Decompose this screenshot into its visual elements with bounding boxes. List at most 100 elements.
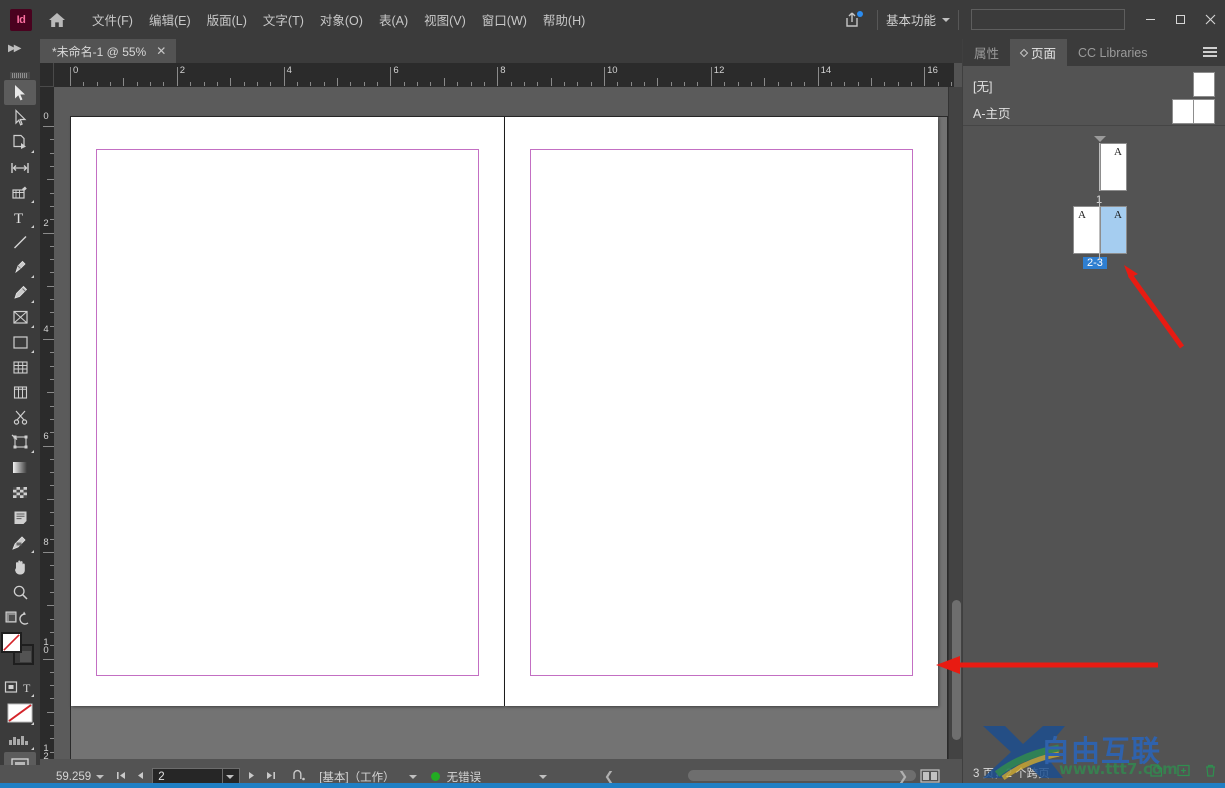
tab-properties[interactable]: 属性: [963, 39, 1010, 66]
ruler-tick: [710, 67, 712, 86]
toolbar-grip[interactable]: [8, 67, 32, 79]
vertical-scrollbar-thumb[interactable]: [952, 600, 961, 740]
new-page-icon[interactable]: [1176, 763, 1191, 783]
menu-window[interactable]: 窗口(W): [474, 6, 535, 33]
close-icon[interactable]: ✕: [156, 45, 166, 57]
document-tab[interactable]: *未命名-1 @ 55% ✕: [40, 39, 177, 63]
ruler-label: 8: [500, 65, 506, 76]
collapse-panel-icon[interactable]: ▶▶: [8, 43, 21, 54]
scroll-left-icon[interactable]: ❮: [604, 769, 614, 783]
gradient-none-row[interactable]: [4, 727, 36, 752]
line-tool[interactable]: [4, 230, 36, 255]
chevron-down-icon[interactable]: [222, 769, 237, 784]
taskbar-strip: [0, 783, 1225, 788]
search-input[interactable]: [971, 9, 1125, 30]
gap-tool[interactable]: [4, 155, 36, 180]
free-transform-tool[interactable]: [4, 430, 36, 455]
scissors-tool[interactable]: [4, 405, 36, 430]
edit-page-size-icon[interactable]: [1149, 763, 1164, 783]
share-icon[interactable]: [839, 8, 865, 32]
ruler-minor-tick: [430, 82, 432, 86]
apply-none-button[interactable]: [4, 699, 36, 727]
document-canvas[interactable]: [54, 87, 954, 759]
prev-page-button[interactable]: [131, 770, 150, 784]
chevron-down-icon[interactable]: [96, 774, 105, 779]
page-right[interactable]: [505, 117, 938, 706]
chevron-down-icon[interactable]: [408, 774, 417, 779]
zoom-tool[interactable]: [4, 580, 36, 605]
gradient-feather-tool[interactable]: [4, 480, 36, 505]
pasteboard[interactable]: [70, 116, 948, 759]
horizontal-scrollbar-thumb[interactable]: [688, 770, 916, 781]
ruler-minor-tick: [563, 82, 565, 86]
gradient-swatch-tool[interactable]: [4, 455, 36, 480]
close-button[interactable]: [1195, 7, 1225, 33]
page-tool[interactable]: [4, 130, 36, 155]
master-row-none[interactable]: [无]: [963, 72, 1225, 99]
pages-thumbnails-area[interactable]: A 1 A A 2-3: [963, 126, 1225, 766]
tab-cc-libraries-label: CC Libraries: [1078, 45, 1148, 60]
pen-tool[interactable]: [4, 255, 36, 280]
hand-tool[interactable]: [4, 555, 36, 580]
ruler-minor-tick: [47, 498, 54, 500]
selection-tool[interactable]: [4, 80, 36, 105]
menu-type[interactable]: 文字(T): [255, 6, 312, 33]
type-tool[interactable]: T: [4, 205, 36, 230]
pencil-tool[interactable]: [4, 280, 36, 305]
page-left[interactable]: [71, 117, 504, 706]
apply-color-row[interactable]: [4, 605, 36, 630]
vertical-scrollbar[interactable]: [948, 87, 962, 759]
horizontal-ruler[interactable]: 0 2 4 6 8 10 12 14 16: [54, 63, 954, 87]
direct-selection-tool[interactable]: [4, 105, 36, 130]
last-page-button[interactable]: [261, 770, 280, 784]
ruler-minor-tick: [523, 82, 525, 86]
home-icon[interactable]: [44, 8, 70, 32]
fill-stroke-swatches[interactable]: [1, 632, 39, 674]
ruler-label: 0: [43, 111, 49, 122]
ruler-label: 2: [179, 65, 186, 76]
menu-object[interactable]: 对象(O): [312, 6, 371, 33]
ruler-label: 12: [713, 65, 725, 76]
page-thumbnail-2[interactable]: A: [1073, 206, 1100, 254]
frame-tool[interactable]: [4, 305, 36, 330]
ruler-origin[interactable]: [40, 63, 54, 87]
maximize-button[interactable]: [1165, 7, 1195, 33]
menu-layout[interactable]: 版面(L): [199, 6, 255, 33]
menu-view[interactable]: 视图(V): [416, 6, 474, 33]
panel-menu-icon[interactable]: [1201, 44, 1219, 60]
menu-edit[interactable]: 编辑(E): [141, 6, 199, 33]
ruler-minor-tick: [363, 82, 365, 86]
table-tool[interactable]: [4, 355, 36, 380]
menu-table[interactable]: 表(A): [371, 6, 416, 33]
page-thumbnail-1[interactable]: A: [1100, 143, 1127, 191]
rectangle-tool[interactable]: [4, 330, 36, 355]
formatting-affects-toggle[interactable]: T: [4, 674, 36, 699]
delete-page-icon[interactable]: [1203, 763, 1218, 783]
page-thumbnail-3[interactable]: A: [1100, 206, 1127, 254]
next-page-button[interactable]: [242, 770, 261, 784]
master-letter: A: [1114, 209, 1122, 221]
zoom-level-control[interactable]: 59.259: [56, 771, 105, 783]
scroll-right-icon[interactable]: ❯: [898, 769, 908, 783]
vertical-ruler[interactable]: 0 2 4 6 8 10 12: [40, 87, 54, 759]
spread-indicator-icon: [1094, 136, 1106, 142]
workspace-switcher[interactable]: 基本功能: [886, 10, 950, 29]
master-row-a[interactable]: A-主页: [963, 99, 1225, 126]
app-logo-icon: Id: [10, 8, 32, 31]
tab-pages[interactable]: 页面: [1010, 39, 1068, 66]
menu-help[interactable]: 帮助(H): [535, 6, 593, 33]
eyedropper-tool[interactable]: [4, 530, 36, 555]
master-none-label: [无]: [973, 80, 993, 94]
first-page-button[interactable]: [112, 770, 131, 784]
tool-flyout-indicator: [31, 450, 34, 453]
minimize-button[interactable]: [1135, 7, 1165, 33]
fill-swatch[interactable]: [1, 632, 22, 653]
ruler-minor-tick: [657, 78, 659, 86]
grid-tool[interactable]: [4, 380, 36, 405]
tab-cc-libraries[interactable]: CC Libraries: [1067, 39, 1158, 66]
content-collector-tool[interactable]: [4, 180, 36, 205]
menu-file[interactable]: 文件(F): [84, 6, 141, 33]
chevron-down-icon[interactable]: [539, 774, 548, 779]
note-tool[interactable]: [4, 505, 36, 530]
ruler-minor-tick: [644, 82, 646, 86]
